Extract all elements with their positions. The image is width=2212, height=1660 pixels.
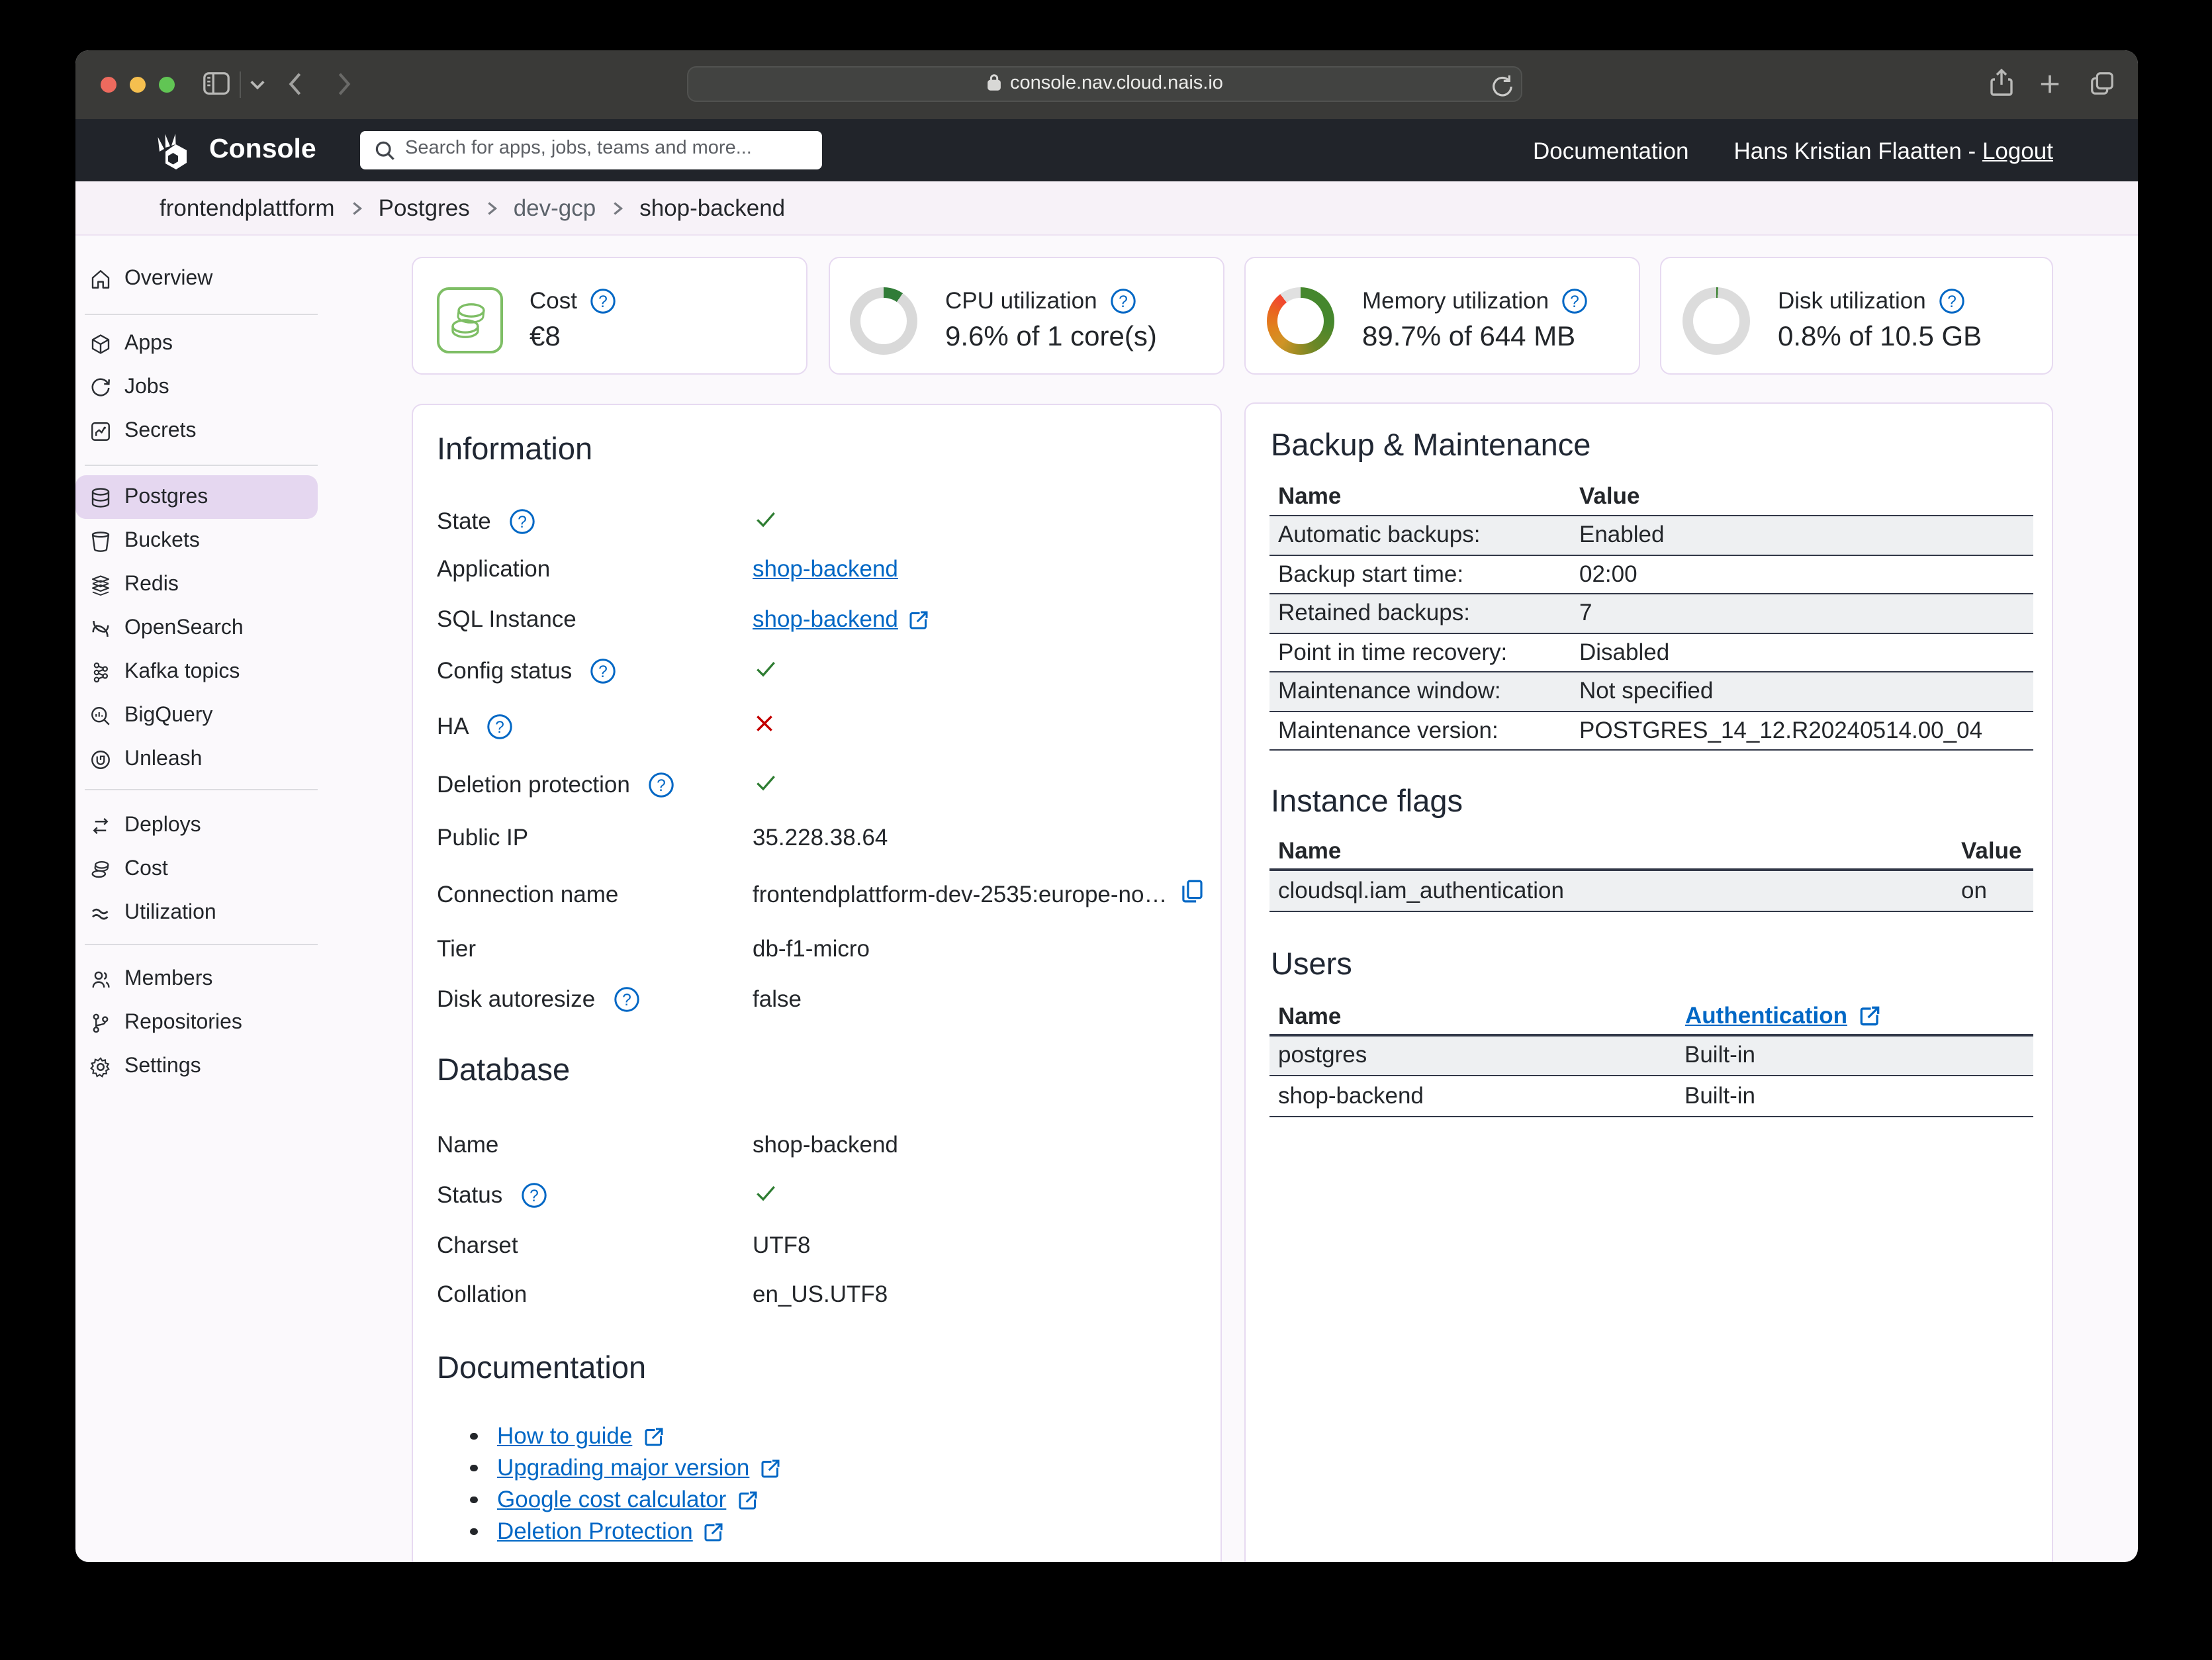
svg-text:?: ? — [657, 776, 666, 794]
svg-text:?: ? — [598, 293, 608, 310]
svg-text:?: ? — [518, 513, 527, 531]
svg-text:?: ? — [529, 1187, 538, 1205]
svg-text:?: ? — [622, 991, 631, 1009]
svg-text:?: ? — [598, 663, 608, 681]
svg-text:?: ? — [1947, 293, 1957, 310]
svg-text:?: ? — [496, 718, 505, 736]
svg-text:?: ? — [1119, 293, 1128, 310]
svg-text:?: ? — [1570, 293, 1579, 310]
